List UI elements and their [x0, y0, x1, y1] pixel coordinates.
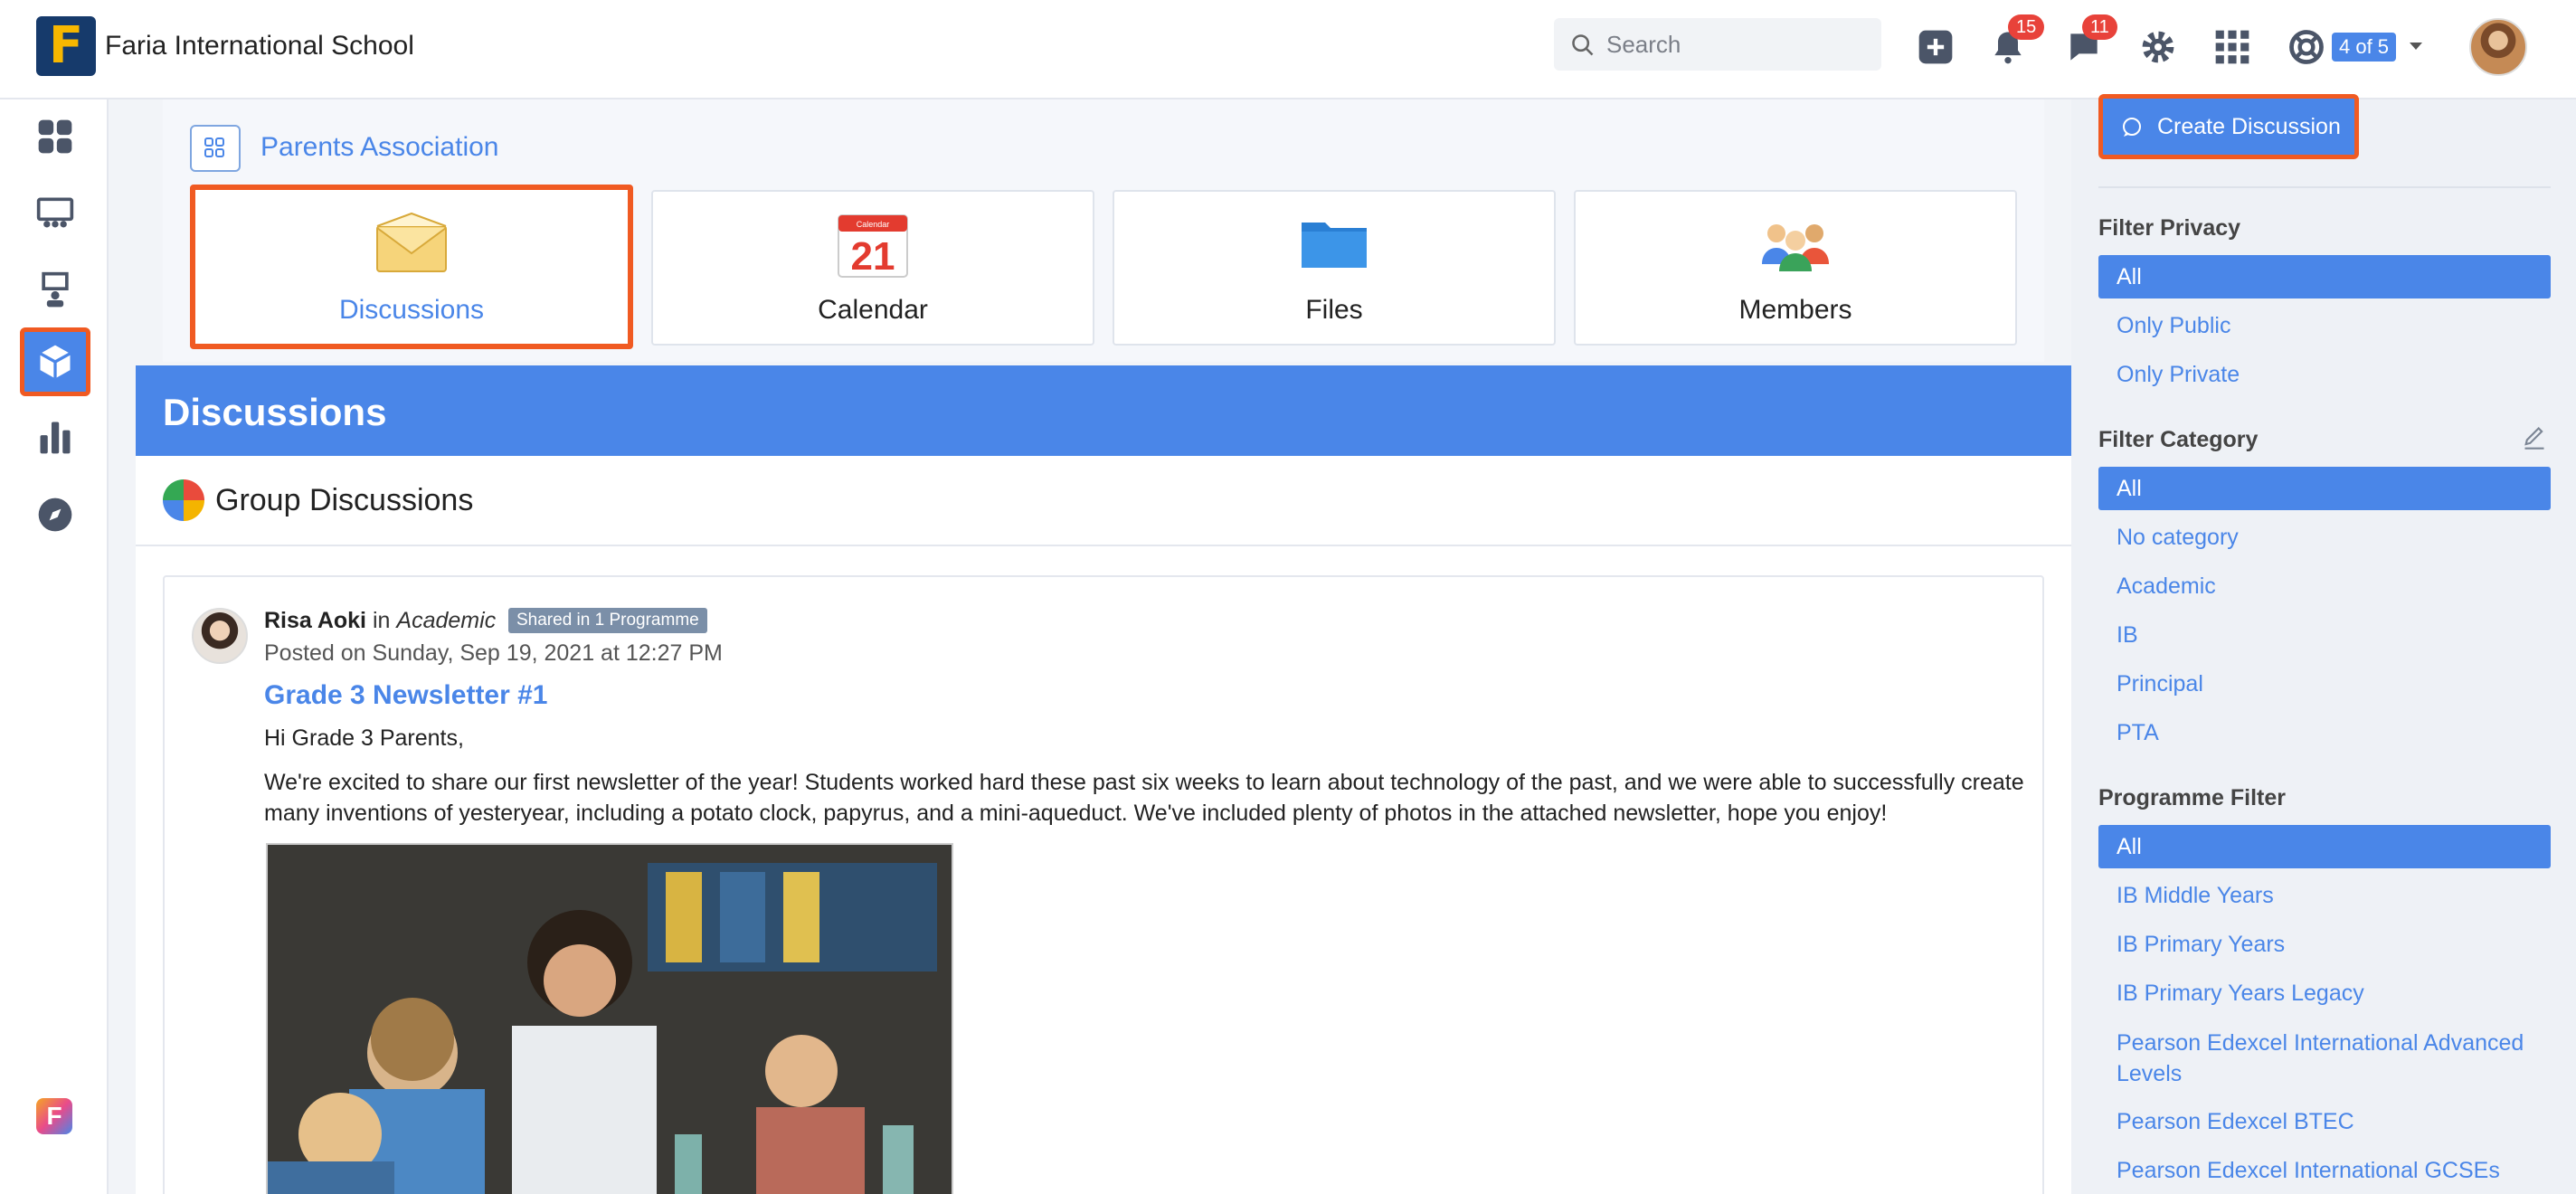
calendar-caption: Calendar: [857, 220, 890, 229]
bar-chart-icon: [40, 422, 71, 454]
create-discussion-button[interactable]: Create Discussion: [2098, 94, 2359, 159]
messages-badge: 11: [2082, 14, 2117, 40]
envelope-icon: [376, 212, 447, 272]
programme-filter-edexcel-btec[interactable]: Pearson Edexcel BTEC: [2098, 1100, 2551, 1143]
discussions-header: Discussions: [136, 365, 2071, 456]
category-filter-all[interactable]: All: [2098, 467, 2551, 510]
nav-explore[interactable]: [20, 483, 90, 546]
programme-filter-edexcel-igcse[interactable]: Pearson Edexcel International GCSEs: [2098, 1149, 2551, 1192]
filter-privacy-title: Filter Privacy: [2098, 215, 2241, 241]
post-author[interactable]: Risa Aoki: [264, 608, 366, 634]
tab-label: Discussions: [338, 295, 485, 325]
group-name-link[interactable]: Parents Association: [260, 132, 498, 163]
tab-label: Calendar: [818, 295, 928, 325]
nav-reports[interactable]: [20, 405, 90, 469]
author-avatar[interactable]: [192, 608, 248, 664]
discussion-post: Risa Aoki in Academic Shared in 1 Progra…: [163, 575, 2044, 1194]
tab-calendar[interactable]: Calendar 21 Calendar: [651, 190, 1094, 346]
category-filter-pta[interactable]: PTA: [2098, 711, 2551, 754]
calendar-day: 21: [851, 234, 895, 279]
group-grid-icon[interactable]: [190, 125, 241, 172]
add-icon[interactable]: [1916, 27, 1956, 67]
privacy-filter-public[interactable]: Only Public: [2098, 304, 2551, 347]
post-category-line: in Academic: [373, 608, 496, 634]
pencil-icon[interactable]: [2522, 425, 2547, 450]
privacy-filter-all[interactable]: All: [2098, 255, 2551, 298]
category-filter-ib[interactable]: IB: [2098, 613, 2551, 657]
post-title-link[interactable]: Grade 3 Newsletter #1: [264, 680, 548, 711]
tab-label: Members: [1738, 295, 1852, 325]
in-label: in: [373, 608, 391, 633]
faria-apps-icon[interactable]: F: [36, 1098, 72, 1134]
tab-files[interactable]: Files: [1113, 190, 1556, 346]
school-name[interactable]: Faria International School: [105, 31, 414, 62]
classroom-icon: [36, 197, 74, 228]
left-sidebar: F: [0, 100, 109, 1194]
compass-icon: [38, 498, 72, 532]
programme-filter-ib-pyp-legacy[interactable]: IB Primary Years Legacy: [2098, 971, 2551, 1015]
discussions-panel: Group Discussions Risa Aoki in Academic …: [136, 456, 2071, 1194]
notifications-badge: 15: [2008, 14, 2045, 40]
chat-bubble-icon: [2123, 118, 2141, 137]
programme-filter-title: Programme Filter: [2098, 785, 2287, 810]
top-bar: F Faria International School 15 11 4 of …: [0, 0, 2576, 100]
programme-filter-edexcel-ial[interactable]: Pearson Edexcel International Advanced L…: [2098, 1020, 2551, 1096]
cube-icon: [39, 345, 71, 379]
tab-members[interactable]: Members: [1574, 190, 2017, 346]
tab-discussions[interactable]: Discussions: [190, 185, 633, 349]
category-filter-academic[interactable]: Academic: [2098, 564, 2551, 608]
nav-classes[interactable]: [20, 181, 90, 244]
post-photo[interactable]: [266, 843, 953, 1194]
group-discussions-title: Group Discussions: [215, 483, 474, 517]
programme-filter-all[interactable]: All: [2098, 825, 2551, 868]
divider: [136, 545, 2071, 546]
post-date: Posted on Sunday, Sep 19, 2021 at 12:27 …: [264, 640, 723, 666]
group-discussions-icon: [163, 479, 204, 521]
post-greeting: Hi Grade 3 Parents,: [264, 725, 464, 751]
programme-filter-ib-myp[interactable]: IB Middle Years: [2098, 874, 2551, 917]
user-avatar[interactable]: [2469, 18, 2527, 76]
tab-label: Files: [1305, 295, 1363, 325]
search-box[interactable]: [1554, 18, 1881, 71]
post-body: We're excited to share our first newslet…: [264, 770, 2024, 826]
nav-groups[interactable]: [20, 327, 90, 396]
calendar-icon: Calendar 21: [838, 214, 908, 279]
folder-icon: [1302, 223, 1367, 268]
search-icon: [1572, 34, 1594, 56]
dashboard-icon: [38, 119, 72, 154]
apps-grid-icon[interactable]: [2212, 27, 2252, 67]
school-logo[interactable]: F: [36, 16, 96, 76]
divider: [2098, 186, 2551, 188]
category-filter-principal[interactable]: Principal: [2098, 662, 2551, 706]
search-input[interactable]: [1606, 27, 1869, 62]
post-category: Academic: [396, 608, 497, 633]
filter-category-title: Filter Category: [2098, 427, 2259, 452]
shared-badge: Shared in 1 Programme: [508, 608, 707, 633]
privacy-filter-private[interactable]: Only Private: [2098, 353, 2551, 396]
create-discussion-label: Create Discussion: [2157, 114, 2341, 139]
presenter-icon: [42, 271, 69, 308]
help-lifebuoy-icon[interactable]: [2287, 27, 2326, 67]
programme-filter-ib-pyp[interactable]: IB Primary Years: [2098, 923, 2551, 966]
nav-teacher[interactable]: [20, 259, 90, 322]
nav-dashboard[interactable]: [20, 105, 90, 168]
chevron-down-icon[interactable]: [2408, 40, 2424, 52]
progress-counter[interactable]: 4 of 5: [2332, 33, 2397, 62]
people-icon: [1762, 224, 1829, 271]
category-filter-none[interactable]: No category: [2098, 516, 2551, 559]
gear-icon[interactable]: [2138, 27, 2178, 67]
